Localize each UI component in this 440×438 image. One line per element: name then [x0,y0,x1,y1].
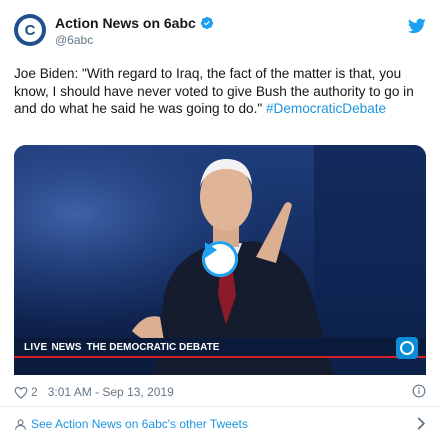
play-icon [205,242,217,258]
chevron-right-icon[interactable] [416,417,426,430]
chyron-live: LIVE [24,341,48,353]
handle[interactable]: @6abc [55,33,93,47]
avatar-letter: C [24,21,36,39]
heart-icon[interactable] [14,386,28,399]
video-media[interactable]: LIVE NEWS THE DEMOCRATIC DEBATE [14,145,426,375]
news-chyron: LIVE NEWS THE DEMOCRATIC DEBATE [14,338,426,358]
play-button[interactable] [202,241,238,277]
station-logo-icon [396,337,418,359]
chyron-title: THE DEMOCRATIC DEBATE [86,341,220,353]
divider [0,406,440,407]
avatar[interactable]: C [14,14,46,46]
hashtag-link[interactable]: #DemocraticDebate [266,101,386,116]
display-name[interactable]: Action News on 6abc [55,15,196,31]
other-tweets-link[interactable]: See Action News on 6abc's other Tweets [14,416,426,432]
person-icon [15,418,26,430]
info-icon[interactable] [412,384,426,398]
tweet-text: Joe Biden: "With regard to Iraq, the fac… [14,65,424,118]
tweet-timestamp[interactable]: 3:01 AM - Sep 13, 2019 [48,385,174,399]
other-tweets-label[interactable]: See Action News on 6abc's other Tweets [31,417,248,431]
embedded-tweet: C Action News on 6abc @6abc Joe Biden: "… [0,0,440,438]
chyron-network: NEWS [51,341,82,353]
tweet-header: C Action News on 6abc @6abc [14,12,426,48]
verified-badge-icon [200,16,213,30]
tweet-meta: 2 3:01 AM - Sep 13, 2019 [14,384,426,400]
like-count[interactable]: 2 [31,385,38,399]
twitter-bird-icon[interactable] [408,18,426,34]
